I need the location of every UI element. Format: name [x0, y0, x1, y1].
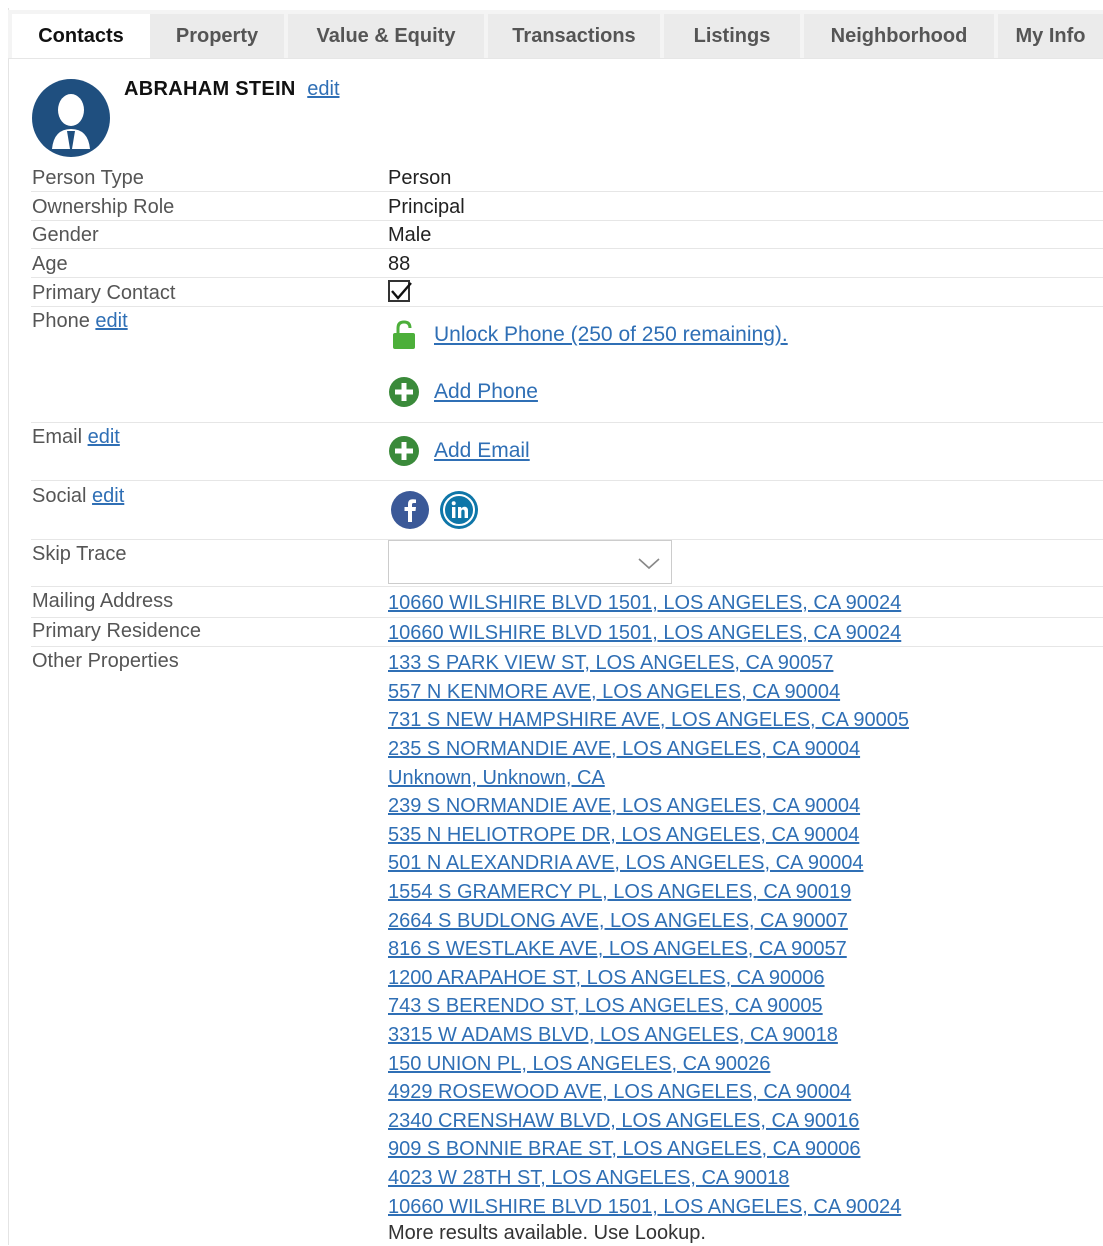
email-label-group: Email edit	[32, 424, 120, 450]
linkedin-icon[interactable]	[440, 491, 478, 529]
skip-trace-select[interactable]	[388, 540, 672, 584]
property-link[interactable]: 239 S NORMANDIE AVE, LOS ANGELES, CA 900…	[388, 793, 860, 819]
gender-label: Gender	[32, 224, 99, 246]
plus-circle-icon	[389, 436, 419, 466]
add-email-action[interactable]: Add Email	[388, 435, 530, 467]
tab-listings[interactable]: Listings	[664, 14, 800, 58]
ownership-role-label: Ownership Role	[32, 196, 175, 218]
tab-transactions[interactable]: Transactions	[488, 14, 660, 58]
property-link[interactable]: 4023 W 28TH ST, LOS ANGELES, CA 90018	[388, 1165, 789, 1191]
gender-value: Male	[388, 224, 432, 246]
row-divider	[31, 586, 1103, 587]
property-link[interactable]: 2664 S BUDLONG AVE, LOS ANGELES, CA 9000…	[388, 908, 848, 934]
row-divider	[31, 277, 1103, 278]
unlock-icon	[393, 320, 415, 349]
tab-neighborhood[interactable]: Neighborhood	[804, 14, 994, 58]
tab-contacts[interactable]: Contacts	[12, 14, 150, 58]
property-link[interactable]: 235 S NORMANDIE AVE, LOS ANGELES, CA 900…	[388, 736, 860, 762]
contact-name: ABRAHAM STEIN	[124, 78, 296, 100]
name-edit-link[interactable]: edit	[307, 78, 339, 100]
add-phone-action[interactable]: Add Phone	[388, 376, 538, 408]
checkmark-icon	[391, 282, 412, 300]
row-divider	[31, 220, 1103, 221]
unlock-phone-link[interactable]: Unlock Phone (250 of 250 remaining).	[434, 323, 788, 347]
property-link[interactable]: 133 S PARK VIEW ST, LOS ANGELES, CA 9005…	[388, 650, 833, 676]
tab-bar: Contacts Property Value & Equity Transac…	[8, 10, 1103, 59]
phone-label-group: Phone edit	[32, 308, 128, 334]
property-link[interactable]: 557 N KENMORE AVE, LOS ANGELES, CA 90004	[388, 679, 840, 705]
plus-circle-icon	[389, 377, 419, 407]
tab-value-equity[interactable]: Value & Equity	[288, 14, 484, 58]
add-phone-link[interactable]: Add Phone	[434, 380, 538, 404]
property-link[interactable]: 743 S BERENDO ST, LOS ANGELES, CA 90005	[388, 993, 823, 1019]
property-link[interactable]: 1200 ARAPAHOE ST, LOS ANGELES, CA 90006	[388, 965, 825, 991]
skip-trace-label: Skip Trace	[32, 543, 127, 565]
tab-property[interactable]: Property	[150, 14, 284, 58]
social-label: Social	[32, 485, 87, 507]
age-value: 88	[388, 253, 411, 275]
age-label: Age	[32, 253, 68, 275]
tab-my-info[interactable]: My Info	[998, 14, 1103, 58]
add-email-link[interactable]: Add Email	[434, 439, 530, 463]
property-link[interactable]: 1554 S GRAMERCY PL, LOS ANGELES, CA 9001…	[388, 879, 851, 905]
property-link[interactable]: Unknown, Unknown, CA	[388, 765, 605, 791]
property-link[interactable]: 731 S NEW HAMPSHIRE AVE, LOS ANGELES, CA…	[388, 707, 909, 733]
row-divider	[31, 480, 1103, 481]
email-label: Email	[32, 426, 83, 448]
property-link[interactable]: 501 N ALEXANDRIA AVE, LOS ANGELES, CA 90…	[388, 850, 863, 876]
contact-header: ABRAHAM STEIN edit	[124, 77, 340, 101]
property-link[interactable]: 4929 ROSEWOOD AVE, LOS ANGELES, CA 90004	[388, 1079, 851, 1105]
property-link[interactable]: 2340 CRENSHAW BLVD, LOS ANGELES, CA 9001…	[388, 1108, 859, 1134]
mailing-address-link[interactable]: 10660 WILSHIRE BLVD 1501, LOS ANGELES, C…	[388, 590, 901, 616]
person-type-value: Person	[388, 167, 452, 189]
row-divider	[31, 422, 1103, 423]
primary-residence-label: Primary Residence	[32, 620, 201, 642]
avatar	[32, 79, 110, 157]
mailing-address-label: Mailing Address	[32, 590, 174, 612]
phone-edit-link[interactable]: edit	[95, 310, 127, 332]
primary-residence-link[interactable]: 10660 WILSHIRE BLVD 1501, LOS ANGELES, C…	[388, 620, 901, 646]
social-edit-link[interactable]: edit	[92, 485, 124, 507]
property-link[interactable]: 535 N HELIOTROPE DR, LOS ANGELES, CA 900…	[388, 822, 859, 848]
chevron-down-icon	[638, 558, 660, 570]
row-divider	[31, 248, 1103, 249]
facebook-icon[interactable]	[391, 491, 429, 529]
email-edit-link[interactable]: edit	[88, 426, 120, 448]
unlock-phone-action[interactable]: Unlock Phone (250 of 250 remaining).	[388, 319, 788, 351]
more-results-note: More results available. Use Lookup.	[388, 1222, 706, 1244]
ownership-role-value: Principal	[388, 196, 465, 218]
other-properties-label: Other Properties	[32, 650, 179, 672]
primary-contact-checkbox[interactable]	[388, 280, 412, 302]
row-divider	[31, 646, 1103, 647]
row-divider	[31, 191, 1103, 192]
phone-label: Phone	[32, 310, 90, 332]
property-link[interactable]: 10660 WILSHIRE BLVD 1501, LOS ANGELES, C…	[388, 1194, 901, 1220]
property-link[interactable]: 816 S WESTLAKE AVE, LOS ANGELES, CA 9005…	[388, 936, 847, 962]
property-link[interactable]: 3315 W ADAMS BLVD, LOS ANGELES, CA 90018	[388, 1022, 838, 1048]
property-link[interactable]: 909 S BONNIE BRAE ST, LOS ANGELES, CA 90…	[388, 1136, 860, 1162]
person-type-label: Person Type	[32, 167, 144, 189]
property-link[interactable]: 150 UNION PL, LOS ANGELES, CA 90026	[388, 1051, 770, 1077]
social-label-group: Social edit	[32, 483, 124, 509]
row-divider	[31, 306, 1103, 307]
primary-contact-label: Primary Contact	[32, 282, 176, 304]
